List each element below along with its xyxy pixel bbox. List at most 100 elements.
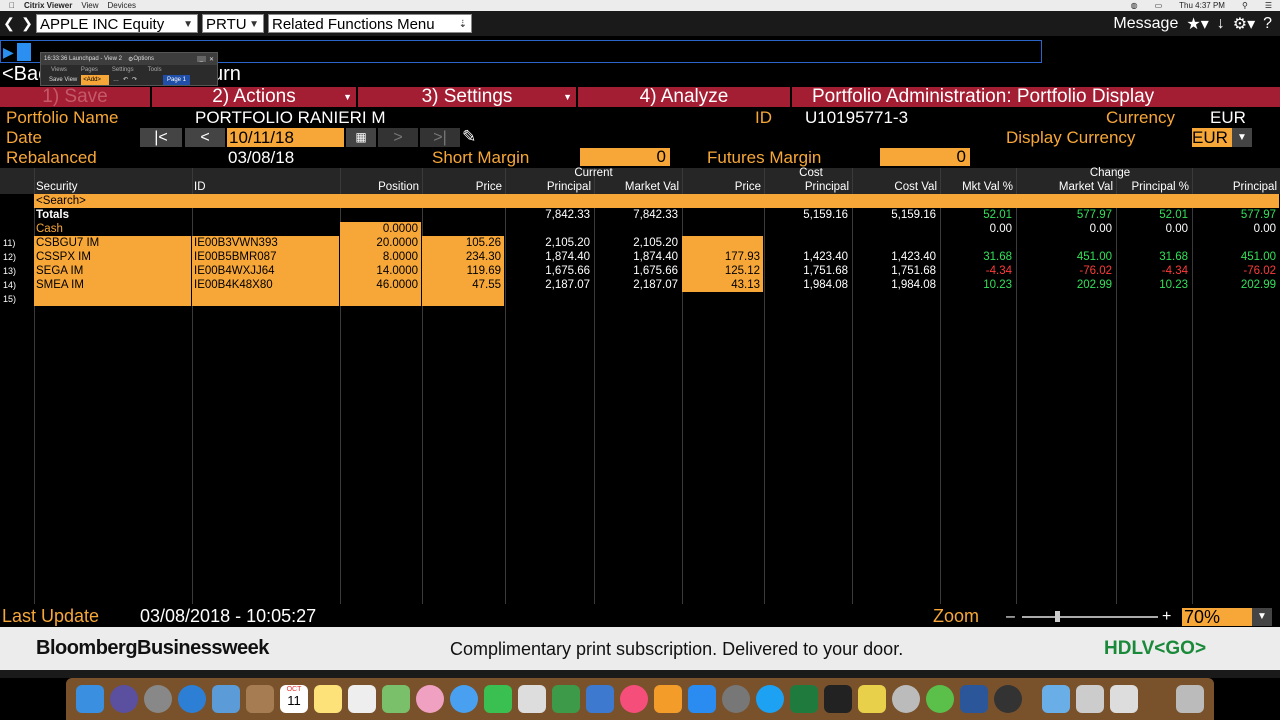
zoom-slider-handle[interactable] — [1055, 611, 1060, 622]
chevron-down-icon[interactable]: ▼ — [1252, 608, 1272, 626]
position-input[interactable]: 8.0000 — [340, 250, 421, 264]
launchpad-tab-views[interactable]: Views — [51, 65, 67, 75]
clock[interactable]: Thu 4:37 PM — [1179, 0, 1225, 11]
cost-price-input[interactable]: 43.13 — [682, 278, 763, 292]
calendar-icon[interactable]: ▦ — [346, 128, 376, 147]
function-select[interactable]: PRTU ▼ — [202, 14, 264, 33]
app-name[interactable]: Citrix Viewer — [24, 0, 72, 11]
options-label[interactable]: Options — [133, 56, 154, 62]
menu-devices[interactable]: Devices — [108, 0, 136, 11]
chevron-down-icon[interactable]: ▼ — [1232, 128, 1252, 147]
column-header[interactable]: Price — [682, 180, 764, 194]
excel-icon[interactable] — [790, 685, 818, 713]
star-icon[interactable]: ★▾ — [1186, 14, 1208, 34]
finder-icon[interactable] — [76, 685, 104, 713]
next-date-button[interactable]: > — [378, 128, 418, 147]
battery-icon[interactable]: ▭ — [1155, 0, 1163, 11]
menu-view[interactable]: View — [81, 0, 98, 11]
security-input[interactable] — [34, 292, 191, 306]
column-header[interactable]: Position — [340, 180, 422, 194]
preview-icon[interactable] — [212, 685, 240, 713]
terminal-icon[interactable] — [824, 685, 852, 713]
numbers-icon[interactable] — [552, 685, 580, 713]
prev-date-button[interactable]: < — [185, 128, 225, 147]
ad-code[interactable]: HDLV<GO> — [1104, 638, 1206, 660]
tex-icon[interactable] — [892, 685, 920, 713]
zoom-slider[interactable] — [1022, 616, 1158, 618]
position-input[interactable] — [340, 292, 421, 306]
price-input[interactable]: 234.30 — [422, 250, 504, 264]
music-icon[interactable] — [620, 685, 648, 713]
pencil-icon[interactable]: ✎ — [462, 127, 476, 147]
stickies-icon[interactable] — [858, 685, 886, 713]
row-number[interactable]: 15) — [3, 292, 16, 306]
position-input[interactable]: 46.0000 — [340, 278, 421, 292]
bloomberg-viewer-icon[interactable] — [994, 685, 1022, 713]
launchpad-icon[interactable] — [144, 685, 172, 713]
document-icon[interactable] — [1076, 685, 1104, 713]
cost-price-input[interactable]: 177.93 — [682, 250, 763, 264]
undo-icon[interactable]: ↶ — [123, 75, 128, 85]
column-header[interactable]: Cost Val — [852, 180, 940, 194]
forward-arrow-icon[interactable]: ❯ — [18, 15, 36, 32]
price-input[interactable]: 119.69 — [422, 264, 504, 278]
security-input[interactable]: CSBGU7 IM — [34, 236, 191, 250]
column-header[interactable]: Mkt Val % — [940, 180, 1016, 194]
gear-icon[interactable]: ⚙▾ — [1233, 14, 1255, 34]
id-input[interactable]: IE00B4WXJJ64 — [192, 264, 339, 278]
cost-price-input[interactable]: 125.12 — [682, 264, 763, 278]
first-date-button[interactable]: |< — [140, 128, 182, 147]
position-input[interactable]: 14.0000 — [340, 264, 421, 278]
skype-icon[interactable] — [756, 685, 784, 713]
calendar-app-icon[interactable]: OCT 11 — [280, 685, 308, 713]
message-button[interactable]: Message — [1113, 15, 1178, 33]
zoom-out-button[interactable]: – — [1006, 606, 1015, 627]
row-number[interactable]: 12) — [3, 250, 16, 264]
circle-app-icon[interactable] — [926, 685, 954, 713]
column-header[interactable]: Principal % — [1116, 180, 1192, 194]
column-header[interactable]: Principal — [1192, 180, 1280, 194]
launchpad-window[interactable]: 16:33:36 Launchpad - View 2 ⚙ Options _ … — [40, 52, 218, 86]
price-input[interactable] — [422, 292, 504, 306]
facetime-icon[interactable] — [484, 685, 512, 713]
back-arrow-icon[interactable]: ❮ — [0, 15, 18, 32]
security-input[interactable]: CSSPX IM — [34, 250, 191, 264]
row-number[interactable]: 13) — [3, 264, 16, 278]
folder-icon[interactable] — [1042, 685, 1070, 713]
actions-menu[interactable]: 2) Actions ▼ — [152, 87, 356, 107]
row-number[interactable]: 14) — [3, 278, 16, 292]
word-icon[interactable] — [960, 685, 988, 713]
column-header[interactable]: Market Val — [1016, 180, 1116, 194]
price-input[interactable]: 105.26 — [422, 236, 504, 250]
launchpad-tab-pages[interactable]: Pages — [81, 65, 98, 75]
launchpad-tab-tools[interactable]: Tools — [148, 65, 162, 75]
search-icon[interactable]: ⚲ — [1242, 0, 1248, 11]
column-header[interactable]: Market Val — [594, 180, 682, 194]
last-date-button[interactable]: >| — [420, 128, 460, 147]
app-store-icon[interactable] — [688, 685, 716, 713]
column-header[interactable]: Security — [34, 180, 192, 194]
related-functions-menu[interactable]: Related Functions Menu ⇣ — [268, 14, 472, 33]
apple-icon[interactable]:  — [9, 0, 15, 11]
help-icon[interactable]: ? — [1263, 15, 1272, 33]
column-header[interactable]: ID — [192, 180, 340, 194]
wifi-icon[interactable]: ◍ — [1131, 0, 1138, 11]
cash-position-input[interactable]: 0.0000 — [340, 222, 421, 236]
settings-menu[interactable]: 3) Settings ▼ — [358, 87, 576, 107]
trash-icon[interactable] — [1176, 685, 1204, 713]
safari-icon[interactable] — [178, 685, 206, 713]
save-menu[interactable]: 1) Save — [0, 87, 150, 107]
siri-icon[interactable] — [110, 685, 138, 713]
system-preferences-icon[interactable] — [722, 685, 750, 713]
futures-margin-input[interactable]: 0 — [880, 148, 970, 166]
maps-icon[interactable] — [382, 685, 410, 713]
photos-icon[interactable] — [416, 685, 444, 713]
textedit-icon[interactable] — [518, 685, 546, 713]
contacts-icon[interactable] — [246, 685, 274, 713]
redo-icon[interactable]: ↷ — [132, 75, 137, 85]
display-currency-select[interactable]: EUR — [1192, 128, 1232, 147]
id-input[interactable]: IE00B5BMR087 — [192, 250, 339, 264]
column-header[interactable]: Price — [422, 180, 505, 194]
zoom-in-button[interactable]: + — [1162, 606, 1171, 627]
save-view-button[interactable]: Save View — [49, 75, 77, 85]
